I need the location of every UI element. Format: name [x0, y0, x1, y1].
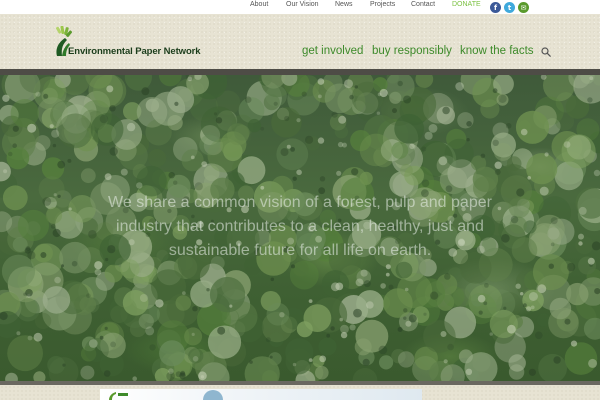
topnav-news[interactable]: News — [335, 0, 353, 10]
search-icon[interactable] — [541, 47, 551, 57]
globe-icon — [203, 390, 223, 400]
topnav-our-vision[interactable]: Our Vision — [286, 0, 319, 10]
nav-buy-responsibly[interactable]: buy responsibly — [372, 45, 452, 57]
topnav-contact[interactable]: Contact — [411, 0, 435, 10]
nav-know-the-facts[interactable]: know the facts — [460, 45, 534, 57]
email-icon[interactable]: ✉ — [518, 2, 529, 13]
logo-text: Environmental Paper Network — [68, 46, 201, 57]
site-header: Environmental Paper Network get involved… — [0, 14, 600, 69]
promo-banner[interactable] — [100, 389, 422, 400]
footer-divider — [0, 381, 600, 385]
site-logo[interactable]: Environmental Paper Network — [51, 26, 211, 60]
nav-get-involved[interactable]: get involved — [302, 45, 363, 57]
utility-bar: About Our Vision News Projects Contact D… — [0, 0, 600, 14]
hero-statement: We share a common vision of a forest, pu… — [108, 194, 492, 259]
hero-banner: We share a common vision of a forest, pu… — [0, 75, 600, 381]
facebook-icon[interactable]: f — [490, 2, 501, 13]
topnav-about[interactable]: About — [250, 0, 268, 10]
topnav-donate[interactable]: DONATE — [452, 0, 481, 10]
twitter-icon[interactable]: t — [504, 2, 515, 13]
topnav-projects[interactable]: Projects — [370, 0, 395, 10]
leaf-icon — [109, 392, 128, 400]
